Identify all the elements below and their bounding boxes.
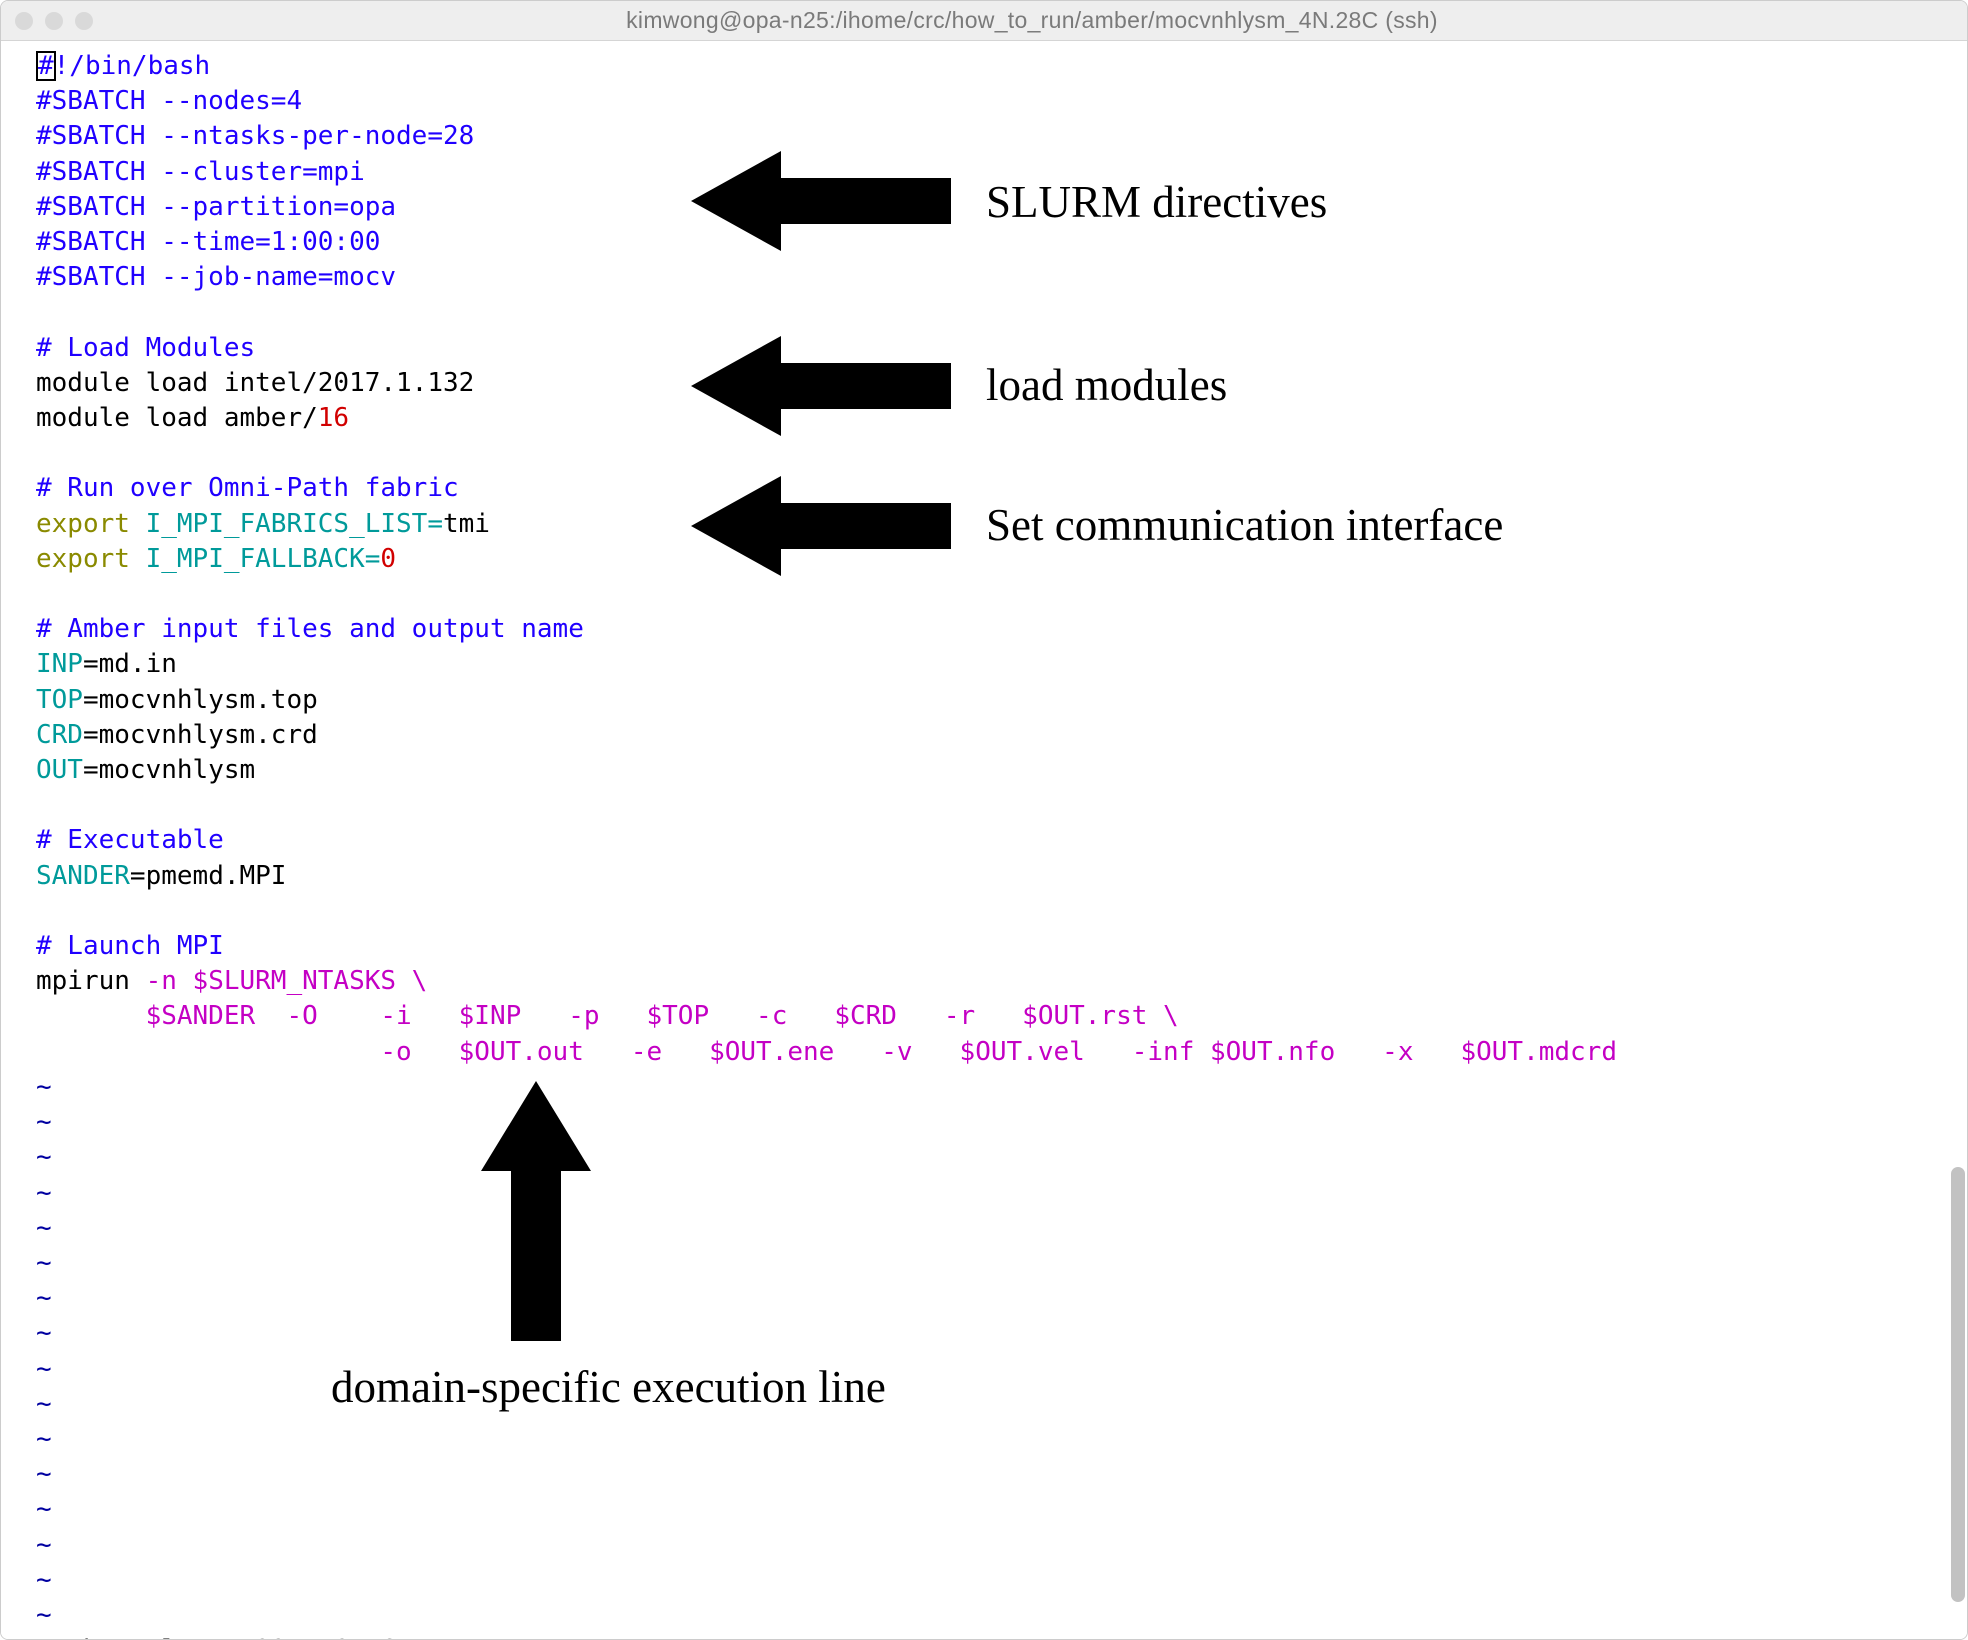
mpirun-line: $SANDER -O -i $INP -p $TOP -c $CRD -r $O… [36,1001,1179,1031]
arrow-left-icon [691,331,951,441]
var-line: SANDER=pmemd.MPI [36,861,286,891]
vim-tilde: ~ [36,1354,52,1384]
var-line: INP=md.in [36,649,177,679]
window-title: kimwong@opa-n25:/ihome/crc/how_to_run/am… [111,7,1953,34]
arrow-left-icon [691,146,951,256]
var-line: CRD=mocvnhlysm.crd [36,720,318,750]
vim-tilde: ~ [36,1424,52,1454]
annotation-slurm: SLURM directives [986,176,1327,228]
window-controls [15,12,93,30]
close-dot[interactable] [15,12,33,30]
vim-tilde: ~ [36,1178,52,1208]
editor-content[interactable]: #!/bin/bash #SBATCH --nodes=4 #SBATCH --… [36,49,1947,1631]
sbatch-line: #SBATCH --ntasks-per-node=28 [36,121,474,151]
annotation-modules: load modules [986,359,1227,411]
sbatch-line: #SBATCH --job-name=mocv [36,262,396,292]
comment: # Launch MPI [36,931,224,961]
vim-status: "amber.slurm" 29L, 657C [36,1635,396,1639]
export-line: export I_MPI_FALLBACK=0 [36,544,396,574]
comment: # Run over Omni-Path fabric [36,473,459,503]
vim-tilde: ~ [36,1494,52,1524]
mpirun-line: mpirun -n $SLURM_NTASKS \ [36,966,427,996]
export-line: export I_MPI_FABRICS_LIST=tmi [36,509,490,539]
vim-tilde: ~ [36,1107,52,1137]
vim-tilde: ~ [36,1530,52,1560]
arrow-left-icon [691,471,951,581]
annotation-comm: Set communication interface [986,499,1503,551]
zoom-dot[interactable] [75,12,93,30]
sbatch-line: #SBATCH --cluster=mpi [36,157,365,187]
vim-tilde: ~ [36,1389,52,1419]
vim-tilde: ~ [36,1248,52,1278]
vim-tilde: ~ [36,1283,52,1313]
vim-tilde: ~ [36,1142,52,1172]
vim-tilde: ~ [36,1213,52,1243]
comment: # Amber input files and output name [36,614,584,644]
terminal-body: #!/bin/bash #SBATCH --nodes=4 #SBATCH --… [1,41,1967,1639]
arrow-up-icon [476,1081,596,1341]
titlebar: kimwong@opa-n25:/ihome/crc/how_to_run/am… [1,1,1967,41]
sbatch-line: #SBATCH --partition=opa [36,192,396,222]
comment: # Load Modules [36,333,255,363]
vim-tilde: ~ [36,1600,52,1630]
vim-tilde: ~ [36,1318,52,1348]
module-line: module load amber/16 [36,403,349,433]
terminal-window: kimwong@opa-n25:/ihome/crc/how_to_run/am… [0,0,1968,1640]
var-line: OUT=mocvnhlysm [36,755,255,785]
minimize-dot[interactable] [45,12,63,30]
var-line: TOP=mocvnhlysm.top [36,685,318,715]
sbatch-line: #SBATCH --time=1:00:00 [36,227,380,257]
scrollbar-thumb[interactable] [1951,1167,1965,1602]
vim-tilde: ~ [36,1072,52,1102]
scrollbar[interactable] [1951,81,1965,1633]
annotation-exec: domain-specific execution line [331,1361,886,1413]
mpirun-line: -o $OUT.out -e $OUT.ene -v $OUT.vel -inf… [36,1037,1617,1067]
vim-tilde: ~ [36,1459,52,1489]
comment: # Executable [36,825,224,855]
sbatch-line: #SBATCH --nodes=4 [36,86,302,116]
vim-tilde: ~ [36,1565,52,1595]
module-line: module load intel/2017.1.132 [36,368,474,398]
